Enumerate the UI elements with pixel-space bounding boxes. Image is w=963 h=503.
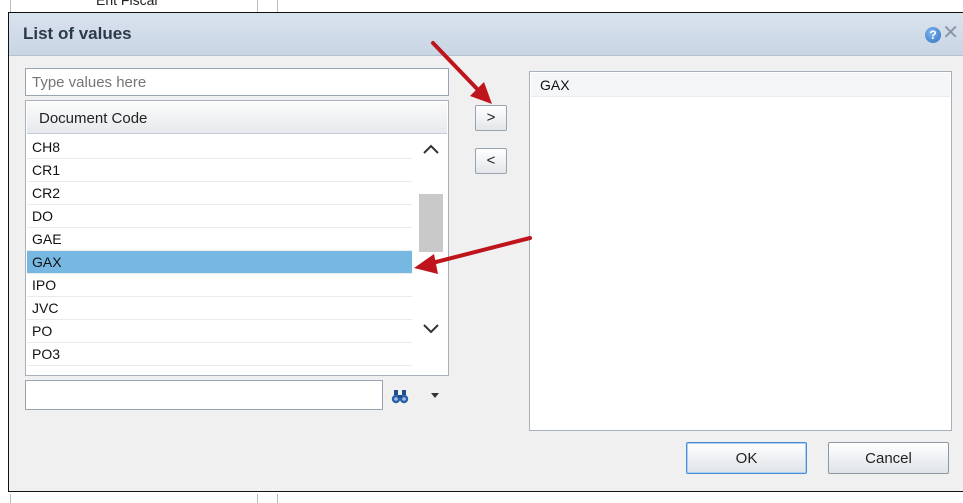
available-values-list: Document Code CH8 CR1 CR2 DO GAE GAX IPO…	[25, 100, 449, 376]
list-item[interactable]: PO	[27, 320, 412, 343]
help-icon[interactable]: ?	[925, 27, 941, 43]
background-divider	[10, 0, 11, 12]
background-divider	[277, 0, 278, 12]
vertical-scrollbar[interactable]	[415, 136, 447, 375]
selected-values-list: GAX	[529, 71, 952, 431]
cancel-button[interactable]: Cancel	[828, 442, 949, 474]
ok-button[interactable]: OK	[686, 442, 807, 474]
column-header-document-code[interactable]: Document Code	[27, 102, 447, 134]
scrollbar-thumb[interactable]	[419, 194, 443, 252]
add-value-button[interactable]: >	[475, 105, 507, 131]
background-partial-text: Ent Fiscal	[96, 0, 158, 8]
find-options-dropdown-icon[interactable]	[431, 393, 439, 398]
background-divider	[257, 0, 258, 12]
close-icon[interactable]: ✕	[942, 22, 959, 44]
search-input[interactable]	[25, 68, 449, 96]
list-item[interactable]: GAE	[27, 228, 412, 251]
scroll-up-icon[interactable]	[415, 142, 447, 166]
dialog-title: List of values	[23, 24, 132, 43]
find-input[interactable]	[25, 380, 383, 410]
list-item[interactable]: CR2	[27, 182, 412, 205]
background-app-strip: Ent Fiscal	[0, 0, 963, 12]
list-item[interactable]: IPO	[27, 274, 412, 297]
list-item[interactable]: JVC	[27, 297, 412, 320]
binoculars-icon[interactable]	[391, 389, 411, 408]
list-item-selected[interactable]: GAX	[27, 251, 412, 274]
dialog-title-bar[interactable]: List of values ? ✕	[9, 13, 963, 56]
list-item[interactable]: PO3	[27, 343, 412, 366]
list-of-values-dialog: List of values ? ✕ Document Code CH8 CR1…	[8, 12, 963, 492]
list-item[interactable]: CR1	[27, 159, 412, 182]
background-divider	[10, 494, 11, 503]
list-item[interactable]: CH8	[27, 136, 412, 159]
background-divider	[257, 494, 258, 503]
scroll-down-icon[interactable]	[415, 322, 447, 346]
list-item[interactable]: DO	[27, 205, 412, 228]
available-values-rows: CH8 CR1 CR2 DO GAE GAX IPO JVC PO PO3	[27, 136, 412, 366]
remove-value-button[interactable]: <	[475, 148, 507, 174]
selected-list-item[interactable]: GAX	[531, 73, 950, 97]
background-divider	[277, 494, 278, 503]
